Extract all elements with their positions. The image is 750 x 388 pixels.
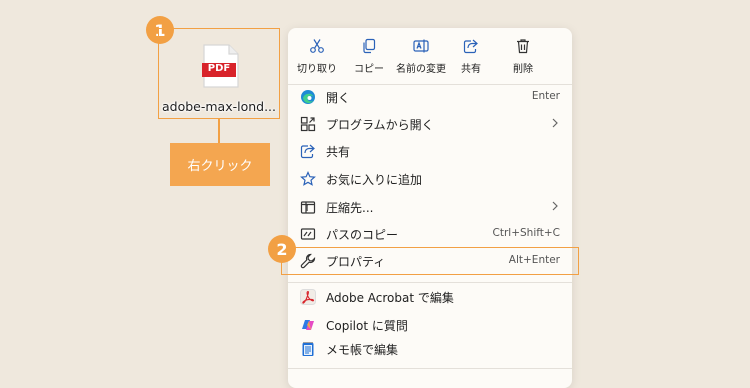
menu-item-label: お気に入りに追加 — [326, 173, 423, 187]
acrobat-icon — [300, 289, 316, 305]
menu-item-shortcut: Ctrl+Shift+C — [492, 227, 560, 239]
callout-connector — [218, 119, 220, 143]
cut-label: 切り取り — [297, 64, 337, 75]
chevron-right-icon — [552, 118, 558, 128]
menu-item-label: 共有 — [326, 145, 351, 159]
pdf-type-label: PDF — [207, 63, 231, 74]
delete-button[interactable]: 削除 — [497, 36, 549, 78]
notepad-icon — [300, 341, 316, 357]
copilot-icon — [300, 317, 316, 333]
rename-icon — [413, 39, 429, 53]
menu-item-notepad[interactable]: メモ帳で編集 — [288, 336, 572, 362]
menu-separator — [288, 368, 572, 369]
menu-item-share[interactable]: 共有 — [288, 138, 572, 164]
menu-separator — [288, 282, 572, 283]
delete-label: 削除 — [513, 64, 533, 75]
scissors-icon — [310, 39, 324, 53]
right-click-callout: 右クリック — [170, 143, 270, 186]
share-icon — [463, 39, 478, 54]
zip-icon — [300, 199, 316, 215]
quick-action-bar: 切り取り コピー 名前の変更 共有 削除 — [288, 36, 572, 78]
rename-label: 名前の変更 — [396, 64, 446, 75]
menu-item-label: Copilot に質問 — [326, 319, 408, 333]
trash-icon — [517, 39, 529, 54]
menu-item-copilot[interactable]: Copilot に質問 — [288, 312, 572, 338]
menu-item-label: プログラムから開く — [326, 118, 434, 132]
menu-item-label: 開く — [326, 91, 351, 105]
share-icon — [300, 143, 316, 159]
chevron-right-icon — [552, 201, 558, 211]
rename-button[interactable]: 名前の変更 — [395, 36, 447, 78]
menu-item-shortcut: Enter — [531, 90, 560, 102]
pdf-file-item[interactable]: PDF adobe-max-lond... — [158, 28, 280, 119]
path-icon — [300, 226, 316, 242]
menu-item-open-with[interactable]: プログラムから開く — [288, 111, 572, 137]
menu-item-label: 圧縮先... — [326, 201, 374, 215]
cut-button[interactable]: 切り取り — [291, 36, 343, 78]
share-label: 共有 — [461, 64, 481, 75]
copy-label: コピー — [354, 64, 384, 75]
properties-highlight-frame — [281, 247, 579, 275]
context-menu: 切り取り コピー 名前の変更 共有 削除 開く Enter プログラムから開く … — [288, 28, 572, 388]
edge-icon — [300, 89, 316, 105]
star-icon — [300, 171, 316, 187]
menu-item-label: メモ帳で編集 — [326, 343, 399, 357]
menu-item-acrobat[interactable]: Adobe Acrobat で編集 — [288, 284, 572, 310]
file-name: adobe-max-lond... — [161, 99, 277, 114]
menu-item-add-favorites[interactable]: お気に入りに追加 — [288, 166, 572, 192]
share-button[interactable]: 共有 — [445, 36, 497, 78]
menu-item-label: Adobe Acrobat で編集 — [326, 291, 454, 305]
step-2-badge: 2 — [268, 235, 296, 263]
open-with-icon — [300, 116, 316, 132]
menu-item-open[interactable]: 開く Enter — [288, 84, 572, 110]
menu-item-copy-path[interactable]: パスのコピー Ctrl+Shift+C — [288, 221, 572, 247]
copy-icon — [363, 38, 376, 54]
menu-item-compress[interactable]: 圧縮先... — [288, 194, 572, 220]
copy-button[interactable]: コピー — [343, 36, 395, 78]
menu-item-label: パスのコピー — [326, 228, 399, 242]
